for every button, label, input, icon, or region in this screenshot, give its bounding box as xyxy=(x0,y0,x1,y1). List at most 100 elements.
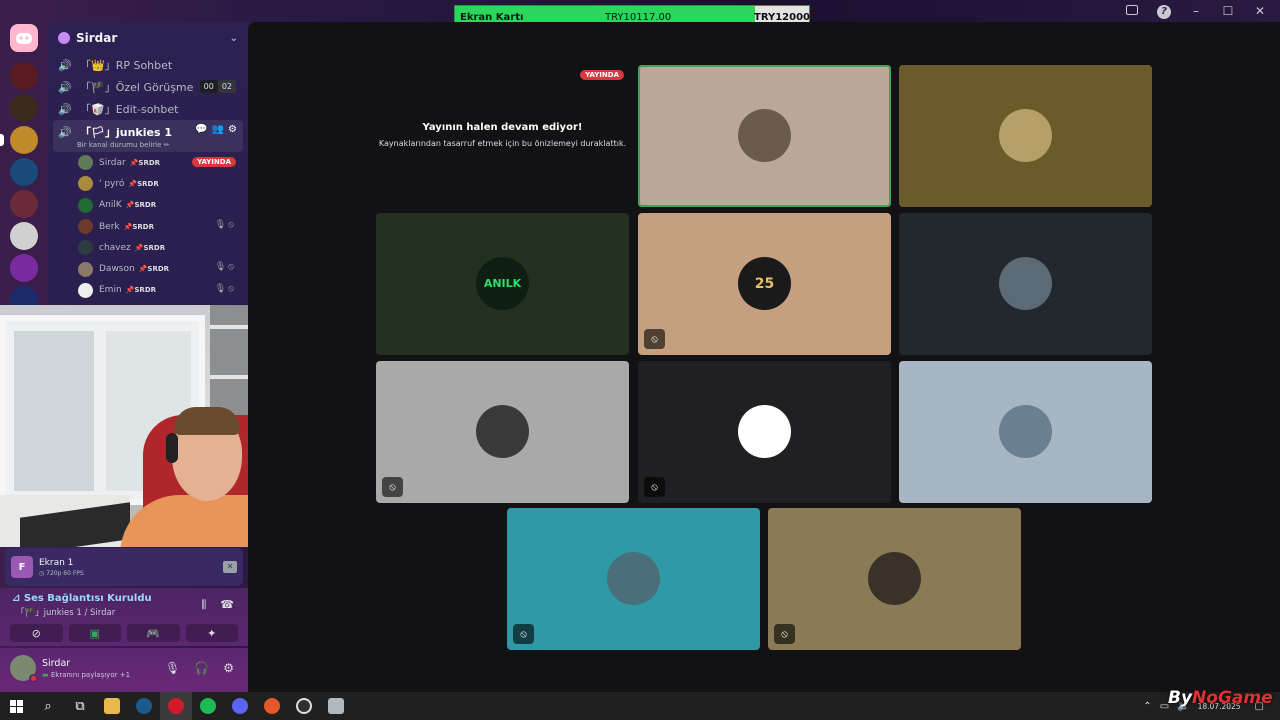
deafened-icon: ⦸ xyxy=(644,477,665,497)
server-icon-snorp[interactable] xyxy=(10,254,38,282)
voice-member[interactable]: chavez 📌SRDR xyxy=(48,237,248,258)
member-name: ' pyró xyxy=(99,178,125,189)
avatar xyxy=(476,405,529,458)
channel-status-input[interactable]: Bir kanal durumu belirle ✏ xyxy=(58,141,238,149)
voice-channel-rp-sohbet[interactable]: 🔊 「👑」RP Sohbet xyxy=(48,54,248,76)
server-icon-active[interactable] xyxy=(0,126,38,154)
inbox-icon[interactable] xyxy=(1122,4,1142,18)
voice-member[interactable]: Dawson 📌SRDR 🎙⦸ xyxy=(48,258,248,279)
avatar[interactable] xyxy=(10,655,38,683)
screen-share-icon[interactable]: ▣ xyxy=(68,624,121,642)
server-name: Sirdar xyxy=(76,31,118,45)
voice-location[interactable]: 「🏴」junkies 1 / Sirdar xyxy=(16,606,115,618)
voice-channel-ozel-gorusme[interactable]: 🔊 「🏴」Özel Görüşme 00 02 xyxy=(48,76,248,98)
member-tag: 📌SRDR xyxy=(123,222,154,231)
username: Sirdar xyxy=(42,658,71,669)
stream-paused-subtitle: Kaynaklarından tasarruf etmek için bu ön… xyxy=(378,139,627,148)
opera-icon[interactable] xyxy=(160,692,192,720)
participant-tile[interactable] xyxy=(638,65,891,207)
participant-tile[interactable]: ⦸ xyxy=(768,508,1021,650)
microphone-icon[interactable]: 🎙 xyxy=(165,661,180,675)
chevron-up-icon[interactable]: ⌃ xyxy=(1143,701,1151,712)
noise-suppression-icon[interactable]: ⫼ xyxy=(201,598,206,612)
participant-tile[interactable] xyxy=(899,213,1152,355)
server-badge-icon xyxy=(58,32,70,44)
chat-bubble-icon[interactable]: 💬 xyxy=(195,124,207,135)
participant-tile[interactable]: ⦸ xyxy=(507,508,760,650)
gear-icon[interactable]: ⚙ xyxy=(223,661,234,675)
server-icon-blue[interactable] xyxy=(10,158,38,186)
stream-quality: ◷ 720p 60 FPS xyxy=(39,569,84,577)
user-limit: 02 xyxy=(217,80,236,93)
avatar-text: 25 xyxy=(754,275,775,292)
stream-paused-tile[interactable]: YAYINDA Yayının halen devam ediyor! Kayn… xyxy=(376,65,629,207)
member-tag: 📌SRDR xyxy=(125,201,157,210)
voice-channel-label: 「🥡」Edit-sohbet xyxy=(80,103,179,116)
speaker-icon: 🔊 xyxy=(58,80,72,94)
start-icon[interactable] xyxy=(0,692,32,720)
watermark-logo: ByNoGame xyxy=(1168,688,1273,708)
voice-channel-edit-sohbet[interactable]: 🔊 「🥡」Edit-sohbet xyxy=(48,98,248,120)
avatar-text: ANILK xyxy=(483,277,522,290)
member-name: Berk xyxy=(99,221,120,232)
participant-tile[interactable]: 25 ⦸ xyxy=(638,213,891,355)
participant-tile[interactable]: ⦸ xyxy=(638,361,891,503)
avatar xyxy=(78,261,93,277)
game-launcher-icon[interactable] xyxy=(256,692,288,720)
server-icon-faith[interactable] xyxy=(10,94,38,122)
disconnect-icon[interactable]: ☎ xyxy=(220,598,234,612)
voice-action-bar: ⊘ ▣ 🎮 ✦ xyxy=(10,624,238,644)
soundboard-icon[interactable]: ✦ xyxy=(185,624,238,642)
member-tag: 📌SRDR xyxy=(134,243,166,252)
server-icon-mask[interactable] xyxy=(10,222,38,250)
server-icon-lt[interactable] xyxy=(10,62,38,90)
voice-member[interactable]: AnilK 📌SRDR xyxy=(48,195,248,216)
spotify-icon[interactable] xyxy=(192,692,224,720)
stop-stream-icon[interactable]: ✕ xyxy=(223,561,237,573)
headphones-icon[interactable]: 🎧 xyxy=(194,661,209,675)
server-header[interactable]: Sirdar ⌄ xyxy=(48,22,248,54)
voice-channel-junkies-1[interactable]: 🔊 「🏳」junkies 1 Bir kanal durumu belirle … xyxy=(53,120,243,152)
search-icon[interactable]: ⌕ xyxy=(32,692,64,720)
close-button[interactable]: ✕ xyxy=(1250,4,1270,18)
participant-tile[interactable]: ⦸ xyxy=(376,361,629,503)
participant-tile[interactable]: ANILK xyxy=(376,213,629,355)
stream-source-name: Ekran 1 xyxy=(39,557,74,568)
camera-off-icon[interactable]: ⊘ xyxy=(10,624,63,642)
server-icon-lt2[interactable] xyxy=(10,190,38,218)
discord-icon[interactable] xyxy=(224,692,256,720)
participant-tile[interactable] xyxy=(899,65,1152,207)
invite-user-icon[interactable]: 👥 xyxy=(212,124,224,135)
deafened-icon: ⦸ xyxy=(382,477,403,497)
activity-icon[interactable]: 🎮 xyxy=(127,624,180,642)
gear-icon[interactable]: ⚙ xyxy=(228,124,237,135)
obs-icon[interactable] xyxy=(288,692,320,720)
task-view-icon[interactable]: ⧉ xyxy=(64,692,96,720)
speaker-icon: 🔊 xyxy=(58,125,72,139)
user-count: 00 xyxy=(199,80,218,93)
live-badge: YAYINDA xyxy=(580,70,624,80)
deafened-icon: ⦸ xyxy=(644,329,665,349)
screen-share-panel[interactable]: F Ekran 1 ◷ 720p 60 FPS ✕ xyxy=(5,548,243,586)
voice-member[interactable]: ' pyró 📌SRDR xyxy=(48,173,248,194)
avatar xyxy=(607,552,660,605)
voice-member[interactable]: Berk 📌SRDR 🎙⦸ xyxy=(48,216,248,237)
deafened-icon: ⦸ xyxy=(774,624,795,644)
home-icon[interactable] xyxy=(10,24,38,52)
participant-tile[interactable] xyxy=(899,361,1152,503)
member-name: Sirdar xyxy=(99,157,126,168)
voice-channel-label: 「🏳」junkies 1 xyxy=(80,126,172,139)
voice-member[interactable]: Sirdar 📌SRDR YAYINDA xyxy=(48,152,248,173)
steam-icon[interactable] xyxy=(128,692,160,720)
avatar xyxy=(999,257,1052,310)
avatar xyxy=(999,109,1052,162)
member-tag: 📌SRDR xyxy=(128,179,159,188)
voice-member[interactable]: Emin 📌SRDR 🎙⦸ xyxy=(48,280,248,301)
help-icon[interactable]: ? xyxy=(1154,3,1174,19)
maximize-button[interactable]: ☐ xyxy=(1218,4,1238,18)
speaker-icon: 🔊 xyxy=(58,102,72,116)
file-explorer-icon[interactable] xyxy=(96,692,128,720)
minimize-button[interactable]: – xyxy=(1186,4,1206,18)
app-icon[interactable] xyxy=(320,692,352,720)
voice-member-list: Sirdar 📌SRDR YAYINDA ' pyró 📌SRDR AnilK 📌SRDR B… xyxy=(48,152,248,301)
